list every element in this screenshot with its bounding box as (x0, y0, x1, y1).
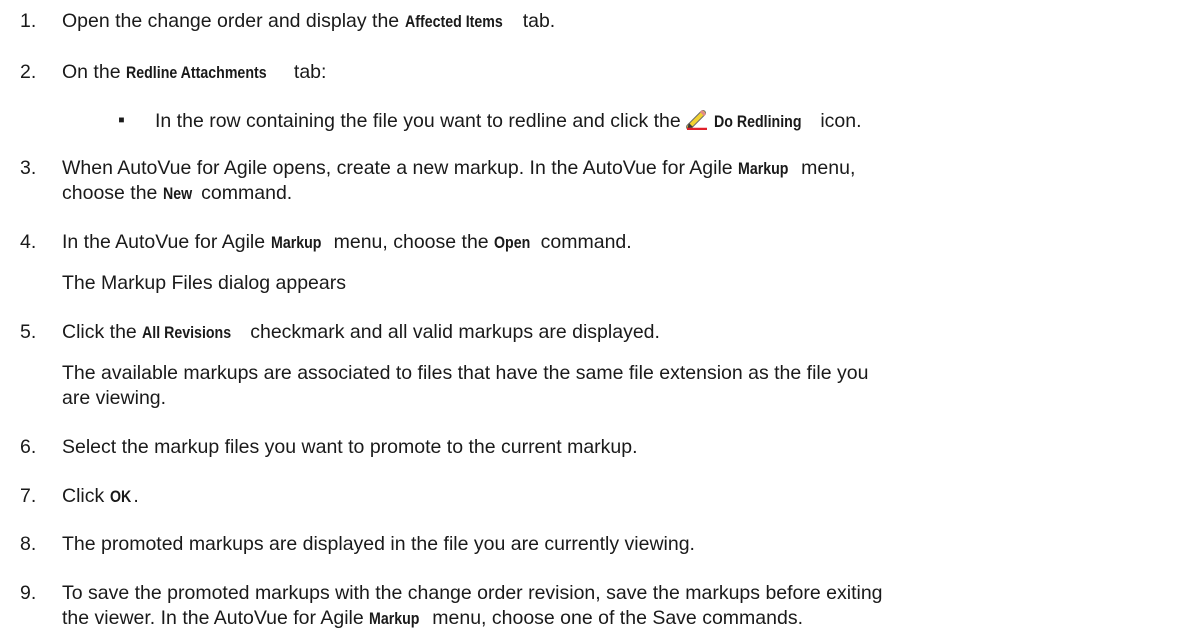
step-text: Open the change order and display the Af… (62, 10, 556, 32)
step-number: 8. (20, 533, 37, 555)
pencil-redline-icon (686, 108, 708, 131)
step-5-note-line-2: are viewing. (62, 387, 167, 409)
step-text: Click the All Revisions checkmark and al… (62, 321, 660, 343)
step-text: On the Redline Attachments tab: (62, 61, 327, 83)
step-number: 1. (20, 10, 37, 32)
step-number: 7. (20, 485, 37, 507)
step-4-note: The Markup Files dialog appears (62, 272, 346, 294)
step-5-note-line-1: The available markups are associated to … (62, 362, 869, 384)
step-3-line-2: choose the New command. (62, 182, 293, 204)
step-text-line-1: When AutoVue for Agile opens, create a n… (62, 157, 856, 179)
step-number: 6. (20, 436, 37, 458)
instruction-document: 1. Open the change order and display the… (0, 0, 1193, 636)
step-text: The promoted markups are displayed in th… (62, 533, 695, 555)
bullet-marker: ▪ (118, 109, 125, 131)
step-text-line-1: To save the promoted markups with the ch… (62, 582, 883, 604)
step-number: 9. (20, 582, 37, 604)
step-text: Click OK. (62, 485, 139, 507)
step-9-line-2: the viewer. In the AutoVue for Agile Mar… (62, 607, 803, 629)
step-text: Select the markup files you want to prom… (62, 436, 638, 458)
step-number: 5. (20, 321, 37, 343)
step-number: 4. (20, 231, 37, 253)
step-number: 3. (20, 157, 37, 179)
substep-text: In the row containing the file you want … (155, 108, 862, 132)
step-number: 2. (20, 61, 37, 83)
step-text: In the AutoVue for Agile Markup menu, ch… (62, 231, 632, 253)
